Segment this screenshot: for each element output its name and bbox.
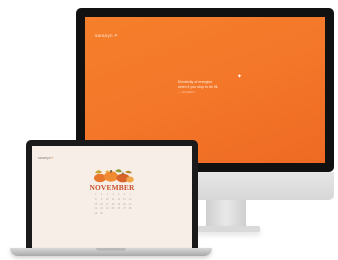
- star-icon: ✦: [237, 74, 243, 80]
- calendar-day: 7: [129, 193, 131, 196]
- pumpkins-illustration-icon: [94, 169, 134, 183]
- desktop-quote: Electricity of energies when it you stop…: [178, 80, 218, 95]
- laptop-notch: [96, 248, 126, 251]
- desktop-monitor-stand: [206, 200, 246, 228]
- calendar-day: 21: [128, 202, 132, 206]
- laptop-logo-text: saranyn: [38, 156, 51, 160]
- calendar-day: 14: [128, 197, 132, 201]
- laptop-logo: saranyn✧: [38, 155, 54, 160]
- desktop-logo-text: saranyn: [95, 33, 113, 38]
- laptop-wallpaper: saranyn✧ NOVEMBER 1 2 3 4 5 6 7 8 9 10 11 12 13 14 15 1…: [32, 146, 192, 248]
- desktop-logo: saranyn✧: [95, 33, 118, 39]
- desktop-monitor-foot: [196, 226, 260, 232]
- calendar-day: 30: [100, 212, 103, 216]
- sparkle-icon: ✧: [50, 155, 55, 160]
- quote-author: — Jim Rohn: [178, 90, 195, 94]
- calendar-grid: 1 2 3 4 5 6 7 8 9 10 11 12 13 14 15 16 17 18 19 20 21 22 23 24 2…: [93, 193, 133, 216]
- calendar-day: 28: [128, 207, 132, 211]
- laptop: saranyn✧ NOVEMBER 1 2 3 4 5 6 7 8 9 10 11 12 13 14 15 1…: [26, 140, 198, 250]
- sparkle-icon: ✧: [113, 33, 119, 39]
- calendar-month-title: NOVEMBER: [89, 183, 135, 192]
- device-mockup-scene: saranyn✧ ✦ Electricity of energies when …: [0, 0, 338, 260]
